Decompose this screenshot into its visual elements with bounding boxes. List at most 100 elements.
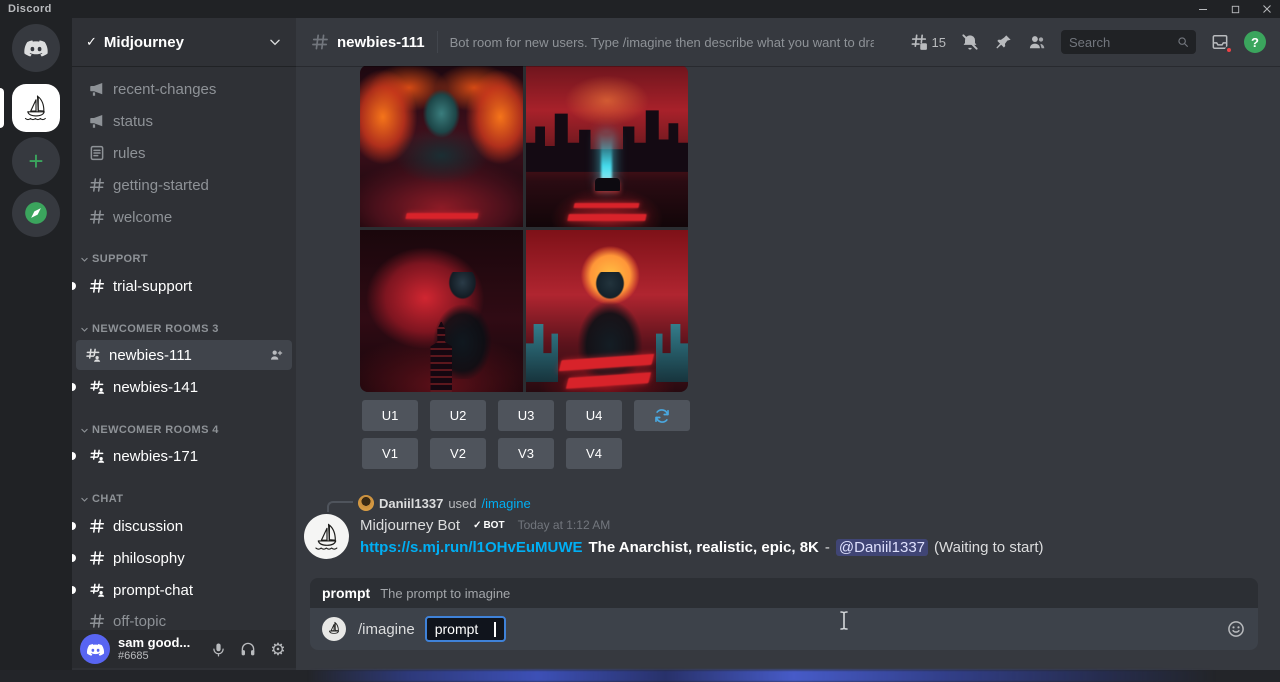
sidebar-item-trial-support[interactable]: trial-support <box>80 276 288 296</box>
category-label: NEWCOMER ROOMS 3 <box>92 323 219 335</box>
sidebar-item-welcome[interactable]: welcome <box>80 207 288 227</box>
slash-command-hint[interactable]: prompt The prompt to imagine <box>310 578 1258 608</box>
channel-label: philosophy <box>113 550 185 567</box>
explore-servers-button[interactable] <box>12 189 60 237</box>
generated-image-2[interactable] <box>526 65 689 227</box>
thread-count: 15 <box>932 35 946 50</box>
unread-pill <box>72 383 76 391</box>
channel-label: rules <box>113 145 146 162</box>
sidebar-item-status[interactable]: status <box>80 111 288 131</box>
window-titlebar: Discord <box>0 0 1280 18</box>
category-newcomer-rooms-3[interactable]: NEWCOMER ROOMS 3 <box>80 322 219 336</box>
midjourney-server-button[interactable] <box>12 84 60 132</box>
reroll-button[interactable] <box>634 400 690 431</box>
question-icon: ? <box>1251 35 1259 50</box>
add-server-button[interactable]: + <box>12 137 60 185</box>
generated-image-1[interactable] <box>360 65 523 227</box>
reply-command[interactable]: /imagine <box>482 496 531 511</box>
threads-button[interactable]: 15 <box>909 32 946 52</box>
sidebar-item-prompt-chat[interactable]: prompt-chat <box>80 580 288 600</box>
poster-title-art <box>567 214 646 221</box>
reply-username: Daniil1337 <box>379 496 443 511</box>
sidebar-item-off-topic[interactable]: off-topic <box>80 611 288 631</box>
sidebar-item-newbies-111[interactable]: newbies-111 <box>76 340 292 370</box>
unread-pill <box>72 282 76 290</box>
sailboat-icon <box>18 90 54 126</box>
upscale-2-button[interactable]: U2 <box>430 400 486 431</box>
user-names[interactable]: sam good... #6685 <box>118 636 190 662</box>
avatar[interactable] <box>304 514 349 559</box>
variation-2-button[interactable]: V2 <box>430 438 486 469</box>
category-support[interactable]: SUPPORT <box>80 252 148 266</box>
invite-people-icon[interactable] <box>268 347 284 363</box>
channel-sidebar: ✓ Midjourney recent-changes status rules… <box>72 18 296 682</box>
sidebar-item-newbies-141[interactable]: newbies-141 <box>80 377 288 397</box>
bottom-progress-strip <box>0 670 1280 682</box>
hash-people-icon <box>88 378 106 396</box>
avatar[interactable] <box>80 634 110 664</box>
reply-action: used <box>448 496 476 511</box>
image-grid[interactable] <box>360 65 688 392</box>
help-button[interactable]: ? <box>1244 31 1266 53</box>
sidebar-item-rules[interactable]: rules <box>80 143 288 163</box>
inbox-button[interactable] <box>1210 32 1230 52</box>
generated-image-4[interactable] <box>526 230 689 392</box>
header-divider <box>437 31 438 53</box>
search-icon <box>1176 35 1190 49</box>
hash-icon <box>88 277 106 295</box>
sidebar-item-discussion[interactable]: discussion <box>80 516 288 536</box>
sidebar-item-getting-started[interactable]: getting-started <box>80 175 288 195</box>
upscale-1-button[interactable]: U1 <box>362 400 418 431</box>
user-mention[interactable]: @Daniil1337 <box>836 539 928 556</box>
threads-icon <box>909 32 929 52</box>
close-icon[interactable] <box>1260 2 1274 16</box>
unread-pill <box>72 554 76 562</box>
car-art <box>595 178 619 191</box>
microphone-icon[interactable] <box>208 639 228 659</box>
discord-home-button[interactable] <box>12 24 60 72</box>
prompt-option-field[interactable]: prompt <box>425 616 507 642</box>
server-header[interactable]: ✓ Midjourney <box>72 18 296 66</box>
search-input[interactable] <box>1069 35 1169 50</box>
message-author[interactable]: Midjourney Bot <box>360 517 460 534</box>
user-tag: #6685 <box>118 650 190 662</box>
channel-name: newbies-111 <box>337 34 425 51</box>
variation-1-button[interactable]: V1 <box>362 438 418 469</box>
reply-context[interactable]: Daniil1337 used /imagine <box>358 495 531 511</box>
sidebar-item-philosophy[interactable]: philosophy <box>80 548 288 568</box>
category-label: CHAT <box>92 493 123 505</box>
chevron-down-icon <box>80 426 89 435</box>
notifications-muted-icon[interactable] <box>960 32 980 52</box>
channel-label: newbies-171 <box>113 448 198 465</box>
command-text: /imagine <box>358 621 415 638</box>
variation-3-button[interactable]: V3 <box>498 438 554 469</box>
upscale-4-button[interactable]: U4 <box>566 400 622 431</box>
channel-topic[interactable]: Bot room for new users. Type /imagine th… <box>450 35 874 50</box>
reply-spine <box>327 501 353 512</box>
refresh-icon <box>653 407 671 425</box>
generated-image-3[interactable] <box>360 230 523 392</box>
category-chat[interactable]: CHAT <box>80 492 123 506</box>
headphones-icon[interactable] <box>238 639 258 659</box>
verified-check-icon: ✓ <box>86 34 97 50</box>
discord-logo-icon <box>23 35 49 61</box>
message-input[interactable]: /imagine prompt <box>310 608 1258 650</box>
message-link[interactable]: https://s.mj.run/l1OHvEuMUWE <box>360 539 583 556</box>
username: sam good... <box>118 636 190 650</box>
category-label: NEWCOMER ROOMS 4 <box>92 424 219 436</box>
maximize-icon[interactable] <box>1228 2 1242 16</box>
emoji-picker-icon[interactable] <box>1226 619 1246 639</box>
variation-4-button[interactable]: V4 <box>566 438 622 469</box>
chevron-down-icon <box>80 495 89 504</box>
pinned-messages-icon[interactable] <box>994 33 1013 52</box>
upscale-3-button[interactable]: U3 <box>498 400 554 431</box>
category-label: SUPPORT <box>92 253 148 265</box>
sidebar-item-recent-changes[interactable]: recent-changes <box>80 79 288 99</box>
gear-icon[interactable]: ⚙ <box>268 639 288 659</box>
sidebar-item-newbies-171[interactable]: newbies-171 <box>80 446 288 466</box>
category-newcomer-rooms-4[interactable]: NEWCOMER ROOMS 4 <box>80 423 219 437</box>
search-box[interactable] <box>1061 30 1196 54</box>
minimize-icon[interactable] <box>1196 2 1210 16</box>
sailboat-icon <box>308 518 346 556</box>
member-list-icon[interactable] <box>1027 32 1047 52</box>
